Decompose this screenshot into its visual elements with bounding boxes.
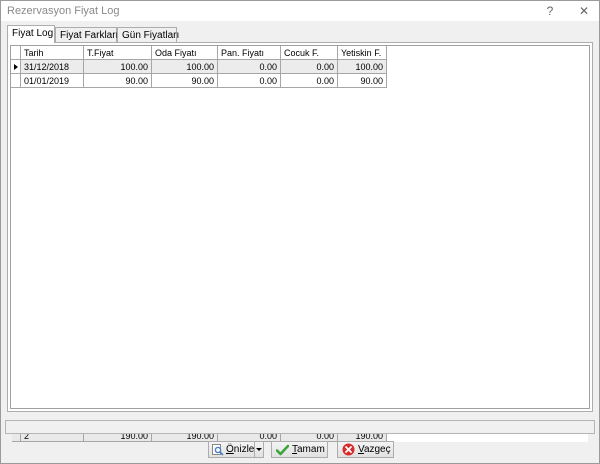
title-bar: Rezervasyon Fiyat Log ? ✕ xyxy=(1,1,599,21)
table-cell[interactable]: 31/12/2018 xyxy=(21,60,84,74)
table-cell[interactable]: 90.00 xyxy=(84,74,152,88)
checkmark-icon xyxy=(276,444,289,456)
cancel-button[interactable]: Vazgeç xyxy=(337,441,394,458)
table-cell[interactable]: 90.00 xyxy=(338,74,387,88)
column-header-tarih[interactable]: Tarih xyxy=(21,46,84,60)
ok-label: Tamam xyxy=(292,444,325,455)
table-cell[interactable]: 0.00 xyxy=(281,60,338,74)
tab-gun-fiyatlari[interactable]: Gün Fiyatları xyxy=(117,27,180,42)
current-row-arrow-icon xyxy=(14,64,18,70)
tab-fiyat-log[interactable]: Fiyat Log xyxy=(7,25,55,43)
column-header-yetiskin-f[interactable]: Yetiskin F. xyxy=(338,46,387,60)
window-title: Rezervasyon Fiyat Log xyxy=(7,5,120,17)
table-cell[interactable]: 100.00 xyxy=(338,60,387,74)
preview-dropdown-toggle[interactable] xyxy=(254,442,263,457)
tab-label: Fiyat Log xyxy=(12,28,54,39)
ok-button[interactable]: Tamam xyxy=(271,441,328,458)
status-bar xyxy=(5,420,595,434)
table-cell[interactable]: 100.00 xyxy=(152,60,218,74)
table-cell[interactable]: 01/01/2019 xyxy=(21,74,84,88)
table-cell[interactable]: 0.00 xyxy=(281,74,338,88)
row-indicator[interactable] xyxy=(11,74,21,88)
column-header-pan-fiyati[interactable]: Pan. Fiyatı xyxy=(218,46,281,60)
preview-button[interactable]: Önizle xyxy=(208,441,264,458)
tab-panel: Tarih T.Fiyat Oda Fiyatı Pan. Fiyatı Coc… xyxy=(7,42,593,442)
dialog-window: Rezervasyon Fiyat Log ? ✕ Fiyat Log Fiya… xyxy=(0,0,600,464)
cancel-label: Vazgeç xyxy=(358,444,391,455)
table-cell[interactable]: 90.00 xyxy=(152,74,218,88)
magnifier-icon xyxy=(212,444,224,456)
row-indicator[interactable] xyxy=(11,60,21,74)
header-indicator-cell xyxy=(11,46,21,60)
column-header-cocuk-f[interactable]: Cocuk F. xyxy=(281,46,338,60)
cancel-x-icon xyxy=(342,443,355,456)
column-header-t-fiyat[interactable]: T.Fiyat xyxy=(84,46,152,60)
chevron-down-icon xyxy=(256,448,262,451)
table-cell[interactable]: 100.00 xyxy=(84,60,152,74)
column-header-oda-fiyati[interactable]: Oda Fiyatı xyxy=(152,46,218,60)
preview-label: Önizle xyxy=(226,444,255,455)
table-cell[interactable]: 0.00 xyxy=(218,74,281,88)
close-button[interactable]: ✕ xyxy=(575,3,593,19)
tab-label: Gün Fiyatları xyxy=(122,30,180,41)
price-log-grid[interactable]: Tarih T.Fiyat Oda Fiyatı Pan. Fiyatı Coc… xyxy=(10,45,590,442)
table-cell[interactable]: 0.00 xyxy=(218,60,281,74)
tab-fiyat-farklari[interactable]: Fiyat Farkları xyxy=(55,27,119,42)
help-button[interactable]: ? xyxy=(541,3,559,19)
tab-label: Fiyat Farkları xyxy=(60,30,119,41)
